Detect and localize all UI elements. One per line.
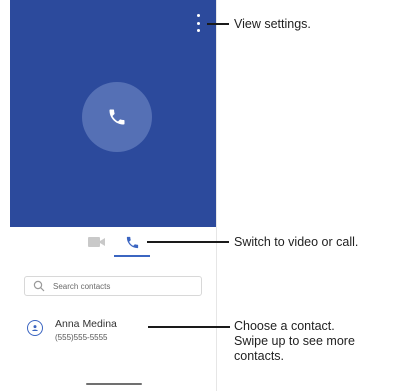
contact-text: Anna Medina (555)555-5555 [55,318,117,343]
home-indicator[interactable] [86,383,142,385]
search-input[interactable] [53,281,193,291]
contact-callout-line-2: Swipe up to see more [234,334,355,348]
phone-screen: Anna Medina (555)555-5555 [10,0,216,391]
contact-callout-line-3: contacts. [234,349,285,363]
tab-call[interactable] [114,230,150,257]
contact-name: Anna Medina [55,318,117,330]
settings-callout-line [207,23,229,25]
search-icon [33,280,45,292]
avatar [27,320,43,336]
contact-number: (555)555-5555 [55,333,108,342]
settings-callout: View settings. [234,17,311,31]
call-header [10,0,216,227]
video-camera-icon [88,237,105,247]
phone-icon [126,236,138,249]
mode-callout: Switch to video or call. [234,235,359,249]
contact-callout-line [148,326,230,328]
call-button[interactable] [82,82,152,152]
contact-callout-line-1: Choose a contact. [234,319,335,333]
call-mode-tabs [10,228,216,258]
mode-callout-line [147,241,229,243]
tab-video[interactable] [88,235,106,249]
phone-icon [109,109,125,125]
person-icon [32,325,38,331]
search-bar[interactable] [24,276,202,296]
contact-list-item[interactable]: Anna Medina (555)555-5555 [24,318,204,348]
more-vertical-icon[interactable] [192,14,204,32]
